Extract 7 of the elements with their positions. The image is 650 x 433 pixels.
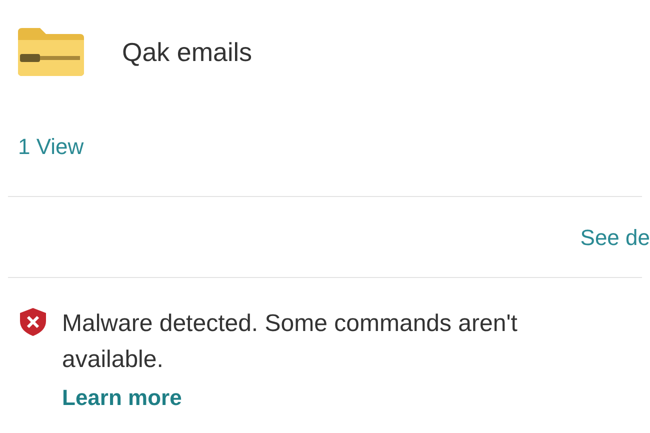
file-name: Qak emails [122, 36, 252, 68]
views-link[interactable]: 1 View [18, 134, 84, 159]
zip-folder-icon [18, 28, 84, 76]
shield-error-icon [20, 308, 46, 336]
see-details-link[interactable]: See de [580, 220, 650, 254]
learn-more-link[interactable]: Learn more [62, 378, 182, 418]
malware-message: Malware detected. Some commands aren't available. [62, 309, 518, 375]
